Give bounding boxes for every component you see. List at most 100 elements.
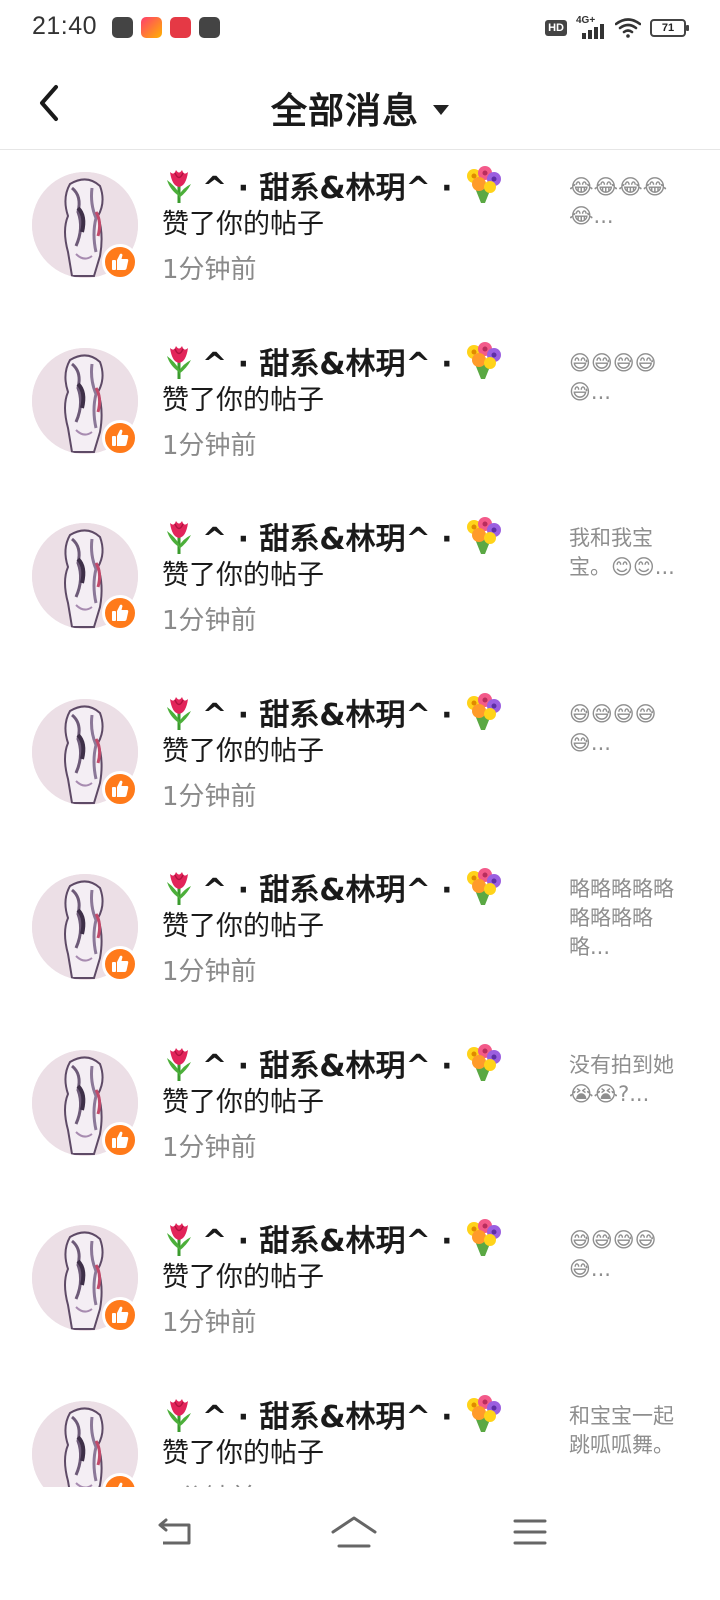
title-dropdown[interactable]: 全部消息 <box>0 82 720 134</box>
message-body: ^ · 甜系&林玥^ · 赞了你的帖子 1分钟前 <box>162 341 542 465</box>
bouquet-icon <box>466 341 501 379</box>
message-time: 1分钟前 <box>162 957 257 987</box>
thumbs-up-icon <box>112 1306 129 1323</box>
nav-menu-button[interactable] <box>500 1509 560 1555</box>
username[interactable]: ^ · 甜系&林玥^ · <box>162 867 542 908</box>
message-item[interactable]: ^ · 甜系&林玥^ · 赞了你的帖子 1分钟前 略略略略略略略略略略... <box>0 853 720 1029</box>
post-preview[interactable]: 没有拍到她😭😭?... <box>569 1051 677 1141</box>
message-action: 赞了你的帖子 <box>162 209 324 240</box>
like-badge <box>102 770 138 807</box>
post-preview[interactable]: 略略略略略略略略略略... <box>569 875 677 965</box>
like-badge <box>102 244 138 280</box>
tulip-icon <box>167 696 191 730</box>
status-right: HD 4G+ 71 <box>545 15 689 39</box>
header: 全部消息 <box>0 56 720 150</box>
message-time: 1分钟前 <box>162 606 257 636</box>
username-text: ^ · 甜系&林玥^ · <box>202 1048 453 1084</box>
username[interactable]: ^ · 甜系&林玥^ · <box>162 165 542 206</box>
username[interactable]: ^ · 甜系&林玥^ · <box>162 1043 542 1084</box>
video-app-icon <box>141 17 162 38</box>
username[interactable]: ^ · 甜系&林玥^ · <box>162 516 542 557</box>
username[interactable]: ^ · 甜系&林玥^ · <box>162 341 542 382</box>
message-body: ^ · 甜系&林玥^ · 赞了你的帖子 1分钟前 <box>162 1043 542 1167</box>
message-time: 1分钟前 <box>162 781 257 812</box>
message-item[interactable]: ^ · 甜系&林玥^ · 赞了你的帖子 1分钟前 我和我宝宝。😊😊... <box>0 502 720 678</box>
like-badge <box>102 1121 138 1158</box>
username[interactable]: ^ · 甜系&林玥^ · <box>162 692 542 733</box>
username-text: ^ · 甜系&林玥^ · <box>202 1399 453 1435</box>
game-app-icon <box>170 17 191 38</box>
post-preview[interactable]: 我和我宝宝。😊😊... <box>569 524 677 614</box>
status-bar: 21:40 HD 4G+ 71 <box>0 0 720 56</box>
tulip-icon <box>167 521 191 554</box>
bouquet-icon <box>466 868 501 905</box>
like-badge <box>102 1297 138 1333</box>
message-body: ^ · 甜系&林玥^ · 赞了你的帖子 1分钟前 <box>162 165 542 289</box>
like-badge <box>102 595 138 631</box>
bouquet-icon <box>466 166 501 203</box>
username-text: ^ · 甜系&林玥^ · <box>202 1224 453 1259</box>
hd-badge: HD <box>545 20 567 36</box>
battery-icon: 71 <box>650 19 689 37</box>
bouquet-icon <box>466 1219 501 1256</box>
username-text: ^ · 甜系&林玥^ · <box>202 873 453 908</box>
username[interactable]: ^ · 甜系&林玥^ · <box>162 1218 542 1259</box>
thumbs-up-icon <box>112 780 129 797</box>
tulip-icon <box>167 1047 191 1081</box>
notification-icons <box>112 17 220 38</box>
message-action: 赞了你的帖子 <box>162 911 324 942</box>
tulip-icon <box>167 170 191 203</box>
thumbs-up-icon <box>112 604 129 621</box>
username-text: ^ · 甜系&林玥^ · <box>202 697 453 733</box>
nav-menu-icon <box>513 1519 547 1545</box>
message-action: 赞了你的帖子 <box>162 735 324 767</box>
nav-home-icon <box>331 1516 377 1548</box>
wifi-icon <box>615 18 641 38</box>
bouquet-icon <box>466 1043 501 1081</box>
thumbs-up-icon <box>112 955 129 972</box>
like-badge <box>102 419 138 456</box>
message-item[interactable]: ^ · 甜系&林玥^ · 赞了你的帖子 1分钟前 😅😅😅😅😅... <box>0 327 720 503</box>
message-item[interactable]: ^ · 甜系&林玥^ · 赞了你的帖子 1分钟前 😂😂😂😂😂... <box>0 151 720 327</box>
username-text: ^ · 甜系&林玥^ · <box>202 346 453 382</box>
thumbs-up-icon <box>112 429 129 446</box>
message-body: ^ · 甜系&林玥^ · 赞了你的帖子 1分钟前 <box>162 692 542 816</box>
tulip-icon <box>167 1223 191 1256</box>
message-body: ^ · 甜系&林玥^ · 赞了你的帖子 1分钟前 <box>162 867 542 991</box>
post-preview[interactable]: 😅😅😅😅😅... <box>569 700 677 790</box>
message-time: 1分钟前 <box>162 1480 542 1488</box>
message-action: 赞了你的帖子 <box>162 384 324 416</box>
message-item[interactable]: ^ · 甜系&林玥^ · 赞了你的帖子 1分钟前 😅😅😅😅😅... <box>0 678 720 854</box>
nav-back-button[interactable] <box>146 1509 206 1555</box>
battery-level: 71 <box>661 22 675 34</box>
status-time: 21:40 <box>32 12 98 40</box>
notif-app-icon <box>112 17 133 38</box>
nav-back-icon <box>158 1518 191 1545</box>
post-preview[interactable]: 😂😂😂😂😂... <box>569 173 677 263</box>
tulip-icon <box>167 345 191 379</box>
message-item[interactable]: ^ · 甜系&林玥^ · 赞了你的帖子 1分钟前 没有拍到她😭😭?... <box>0 1029 720 1205</box>
message-body: ^ · 甜系&林玥^ · 赞了你的帖子 1分钟前 <box>162 516 542 640</box>
bouquet-icon <box>466 692 501 730</box>
post-preview[interactable]: 和宝宝一起跳呱呱舞。 <box>569 1402 677 1488</box>
page-title: 全部消息 <box>270 91 419 132</box>
message-action: 赞了你的帖子 <box>162 1437 324 1469</box>
message-time: 1分钟前 <box>162 1308 257 1338</box>
username[interactable]: ^ · 甜系&林玥^ · <box>162 1394 542 1435</box>
nav-home-button[interactable] <box>324 1509 384 1555</box>
message-time: 1分钟前 <box>162 255 257 285</box>
message-item[interactable]: ^ · 甜系&林玥^ · 赞了你的帖子 1分钟前 和宝宝一起跳呱呱舞。 <box>0 1380 720 1488</box>
tulip-icon <box>167 872 191 905</box>
post-preview[interactable]: 😅😅😅😅😅... <box>569 1226 677 1316</box>
message-body: ^ · 甜系&林玥^ · 赞了你的帖子 1分钟前 <box>162 1218 542 1342</box>
message-list[interactable]: ^ · 甜系&林玥^ · 赞了你的帖子 1分钟前 😂😂😂😂😂... ^ · 甜系… <box>0 151 720 1487</box>
tulip-icon <box>167 1398 191 1432</box>
message-action: 赞了你的帖子 <box>162 560 324 591</box>
like-badge <box>102 946 138 982</box>
username-text: ^ · 甜系&林玥^ · <box>202 171 453 206</box>
post-preview[interactable]: 😅😅😅😅😅... <box>569 349 677 439</box>
message-item[interactable]: ^ · 甜系&林玥^ · 赞了你的帖子 1分钟前 😅😅😅😅😅... <box>0 1204 720 1380</box>
thumbs-up-icon <box>112 253 129 270</box>
message-time: 1分钟前 <box>162 430 257 461</box>
dropdown-caret-icon <box>433 105 449 115</box>
